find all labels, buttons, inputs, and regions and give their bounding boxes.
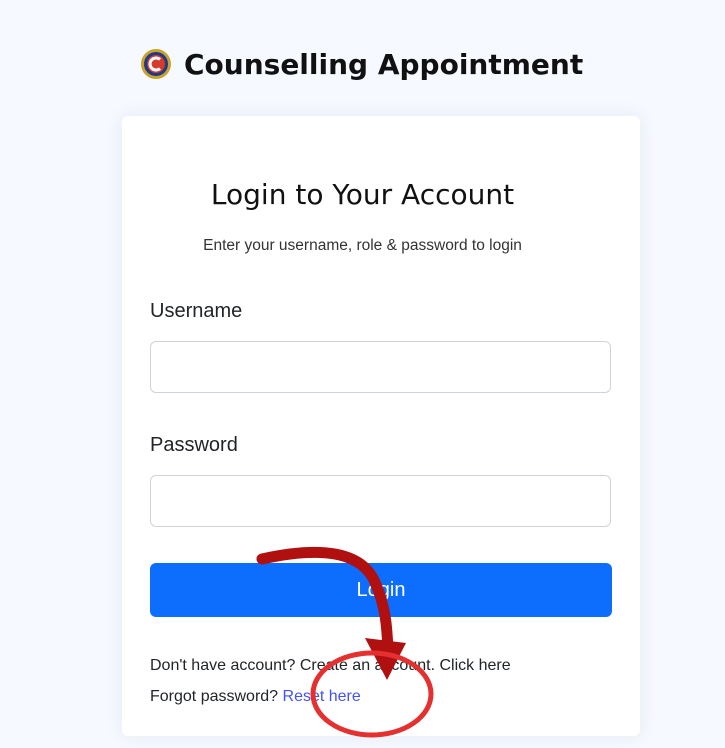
college-emblem-icon <box>141 49 171 79</box>
forgot-password-text: Forgot password? <box>150 688 279 705</box>
username-label: Username <box>150 300 243 322</box>
brand-title: Counselling Appointment <box>184 47 584 81</box>
login-subtitle: Enter your username, role & password to … <box>203 237 522 254</box>
username-input[interactable] <box>150 341 611 393</box>
brand-header: Counselling Appointment <box>140 40 583 88</box>
password-label: Password <box>150 434 238 456</box>
reset-here-link[interactable]: Reset here <box>283 688 361 705</box>
click-here-link[interactable]: Click here <box>439 657 510 674</box>
reset-line: Forgot password? Reset here <box>150 688 361 706</box>
login-button[interactable]: Login <box>150 563 612 617</box>
signup-line: Don't have account? Create an account. C… <box>150 657 511 675</box>
no-account-text: Don't have account? Create an account. <box>150 657 436 674</box>
password-input[interactable] <box>150 475 611 527</box>
login-title: Login to Your Account <box>210 178 515 211</box>
